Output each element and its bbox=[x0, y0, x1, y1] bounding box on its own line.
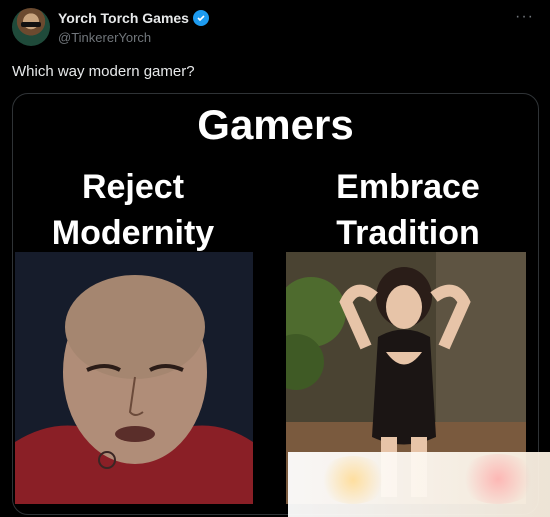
name-row: Yorch Torch Games bbox=[58, 10, 209, 26]
left-photo bbox=[15, 252, 253, 504]
post-header: Yorch Torch Games @TinkererYorch ··· bbox=[12, 8, 538, 48]
bald-person-illustration bbox=[15, 252, 253, 504]
post-text: Which way modern gamer? bbox=[12, 63, 195, 80]
user-handle[interactable]: @TinkererYorch bbox=[58, 30, 151, 45]
watermark-glow bbox=[458, 454, 538, 504]
avatar[interactable] bbox=[12, 8, 50, 46]
meme-title: Gamers bbox=[197, 101, 354, 148]
watermark-overlay bbox=[288, 452, 550, 517]
more-horizontal-icon[interactable]: ··· bbox=[515, 8, 534, 26]
watermark-glow bbox=[318, 456, 388, 504]
avatar-sunglasses bbox=[21, 22, 41, 27]
left-caption: Reject Modernity bbox=[51, 168, 215, 252]
right-caption: Embrace Tradition bbox=[336, 168, 480, 252]
verified-badge-icon bbox=[192, 10, 209, 26]
display-name[interactable]: Yorch Torch Games bbox=[58, 10, 189, 26]
